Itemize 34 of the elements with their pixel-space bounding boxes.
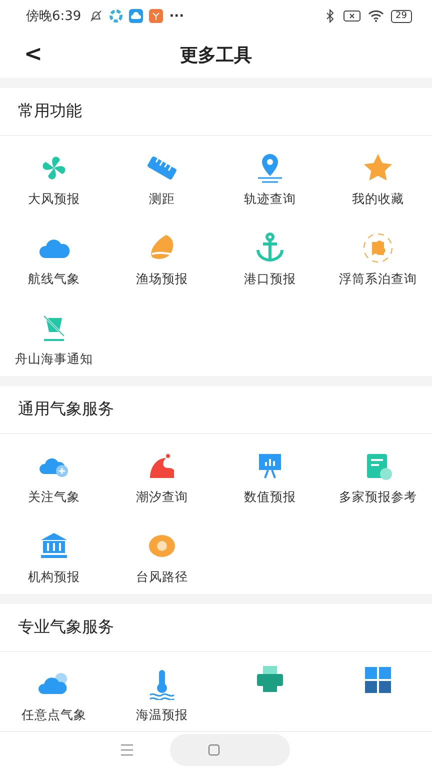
tool-label[interactable]: 机构预报 <box>28 569 80 586</box>
tool-label[interactable]: 多家预报参考 <box>339 489 417 506</box>
cloud-app-icon <box>129 9 144 23</box>
tool-label[interactable]: 关注气象 <box>28 489 80 506</box>
tool-label[interactable]: 台风路径 <box>136 569 188 586</box>
tool-label[interactable]: 大风预报 <box>28 191 80 208</box>
section-title: 专业气象服务 <box>18 617 114 638</box>
grid-icon[interactable] <box>362 664 394 696</box>
page-title: 更多工具 <box>180 44 252 67</box>
tool-label[interactable]: 我的收藏 <box>352 191 404 208</box>
battery-indicator: 29 <box>390 10 412 22</box>
tool-label[interactable]: 数值预报 <box>244 489 296 506</box>
tool-label[interactable]: 海温预报 <box>136 707 188 724</box>
section-title: 通用气象服务 <box>18 399 114 420</box>
tool-label[interactable]: 航线气象 <box>28 271 80 288</box>
tool-label[interactable]: 渔场预报 <box>136 271 188 288</box>
wifi-icon <box>366 9 385 23</box>
status-time: 傍晚6:39 <box>26 8 82 25</box>
tool-label[interactable]: 浮筒系泊查询 <box>339 271 417 288</box>
back-button[interactable]: < <box>18 40 48 69</box>
tool-label[interactable]: 港口预报 <box>244 271 296 288</box>
menu-icon[interactable] <box>120 744 134 756</box>
bell-off-icon <box>89 9 104 23</box>
tool-label[interactable]: 轨迹查询 <box>244 191 296 208</box>
sim-icon <box>342 9 361 23</box>
section-title: 常用功能 <box>18 101 82 122</box>
puzzle-icon[interactable] <box>362 232 394 264</box>
more-notifications: ··· <box>169 8 184 24</box>
tool-label[interactable]: 任意点气象 <box>22 707 86 724</box>
tool-label[interactable]: 舟山海事通知 <box>15 351 93 368</box>
anchor-icon[interactable] <box>254 232 286 264</box>
tool-label[interactable]: 潮汐查询 <box>136 489 188 506</box>
tool-label[interactable]: 测距 <box>149 191 175 208</box>
square-icon[interactable] <box>208 744 220 756</box>
